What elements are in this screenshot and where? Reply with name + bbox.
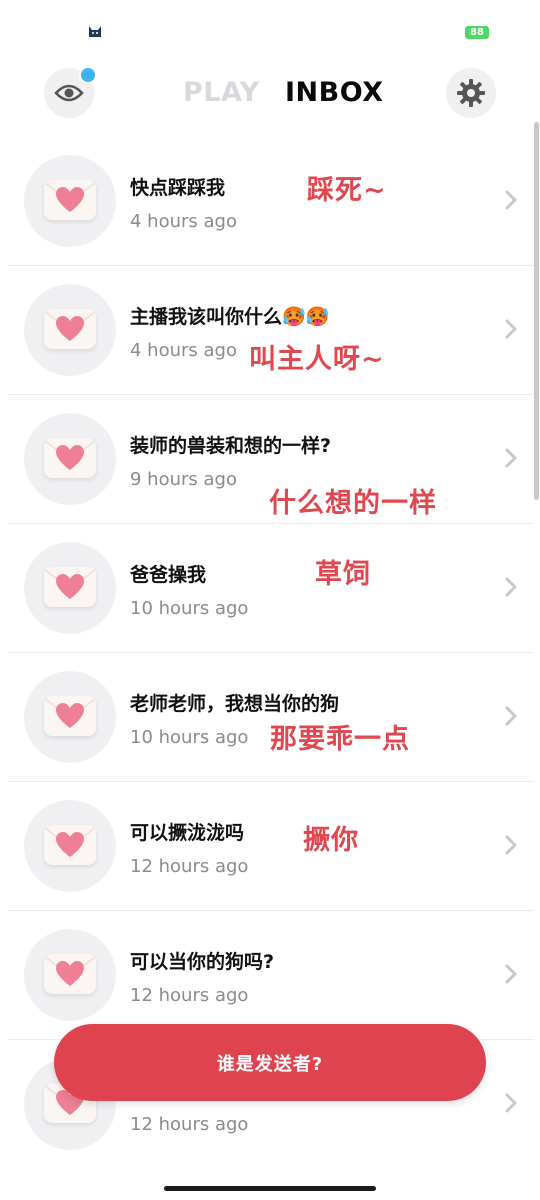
header: PLAY INBOX <box>0 60 540 130</box>
settings-button[interactable] <box>446 68 496 118</box>
envelope-heart-icon <box>44 309 96 349</box>
envelope-avatar <box>24 800 116 892</box>
tab-play[interactable]: PLAY <box>183 76 260 110</box>
list-item[interactable]: 装师的兽装和想的一样? 9 hours ago 什么想的一样 <box>8 394 534 523</box>
list-item[interactable]: 爸爸操我 10 hours ago 草饲 <box>8 523 534 652</box>
inbox-list: 快点踩踩我 4 hours ago 踩死~ 主播我该叫你什么🥵🥵 4 hours… <box>0 137 540 1168</box>
envelope-avatar <box>24 413 116 505</box>
chevron-right-icon <box>505 190 517 210</box>
chevron-right-icon <box>505 706 517 726</box>
envelope-avatar <box>24 671 116 763</box>
reply-annotation: 那要乖一点 <box>270 724 410 755</box>
question-text: 主播我该叫你什么🥵🥵 <box>130 306 330 328</box>
envelope-heart-icon <box>44 438 96 478</box>
reply-annotation: 草饲 <box>315 559 371 590</box>
timestamp: 10 hours ago <box>130 598 249 619</box>
timestamp: 12 hours ago <box>130 985 249 1006</box>
chevron-right-icon <box>505 1093 517 1113</box>
question-text: 老师老师，我想当你的狗 <box>130 693 340 715</box>
who-is-sender-button[interactable]: 谁是发送者? <box>54 1024 486 1101</box>
tab-inbox[interactable]: INBOX <box>285 76 384 110</box>
envelope-avatar <box>24 155 116 247</box>
question-text: 快点踩踩我 <box>130 177 226 199</box>
cat-icon <box>89 26 101 37</box>
envelope-heart-icon <box>44 567 96 607</box>
status-bar: 88 <box>0 0 540 56</box>
gear-icon <box>457 79 485 107</box>
chevron-right-icon <box>505 448 517 468</box>
chevron-right-icon <box>505 964 517 984</box>
battery-indicator: 88 <box>465 26 489 39</box>
timestamp: 10 hours ago <box>130 727 249 748</box>
envelope-heart-icon <box>44 954 96 994</box>
list-item[interactable]: 主播我该叫你什么🥵🥵 4 hours ago 叫主人呀~ <box>8 265 534 394</box>
envelope-heart-icon <box>44 696 96 736</box>
chevron-right-icon <box>505 319 517 339</box>
question-text: 爸爸操我 <box>130 564 207 586</box>
timestamp: 4 hours ago <box>130 211 237 232</box>
reply-annotation: 踩死~ <box>307 175 387 206</box>
question-text: 可以撅泷泷吗 <box>130 822 245 844</box>
eye-icon <box>54 84 84 102</box>
timestamp: 9 hours ago <box>130 469 237 490</box>
reply-annotation: 撅你 <box>303 825 359 856</box>
list-item[interactable]: 老师老师，我想当你的狗 10 hours ago 那要乖一点 <box>8 652 534 781</box>
envelope-heart-icon <box>44 825 96 865</box>
list-item[interactable]: 可以撅泷泷吗 12 hours ago 撅你 <box>8 781 534 910</box>
reply-annotation: 叫主人呀~ <box>249 344 385 375</box>
reply-annotation: 什么想的一样 <box>269 488 437 519</box>
list-item[interactable]: 可以当你的狗吗? 12 hours ago <box>8 910 534 1039</box>
list-item[interactable]: 快点踩踩我 4 hours ago 踩死~ <box>0 137 540 265</box>
envelope-heart-icon <box>44 180 96 220</box>
notification-dot <box>79 66 97 84</box>
envelope-avatar <box>24 929 116 1021</box>
home-indicator <box>164 1186 376 1191</box>
timestamp: 12 hours ago <box>130 856 249 877</box>
timestamp: 12 hours ago <box>130 1114 249 1135</box>
question-text: 可以当你的狗吗? <box>130 951 275 973</box>
envelope-avatar <box>24 284 116 376</box>
chevron-right-icon <box>505 835 517 855</box>
chevron-right-icon <box>505 577 517 597</box>
timestamp: 4 hours ago <box>130 340 237 361</box>
envelope-avatar <box>24 542 116 634</box>
question-text: 装师的兽装和想的一样? <box>130 435 332 457</box>
